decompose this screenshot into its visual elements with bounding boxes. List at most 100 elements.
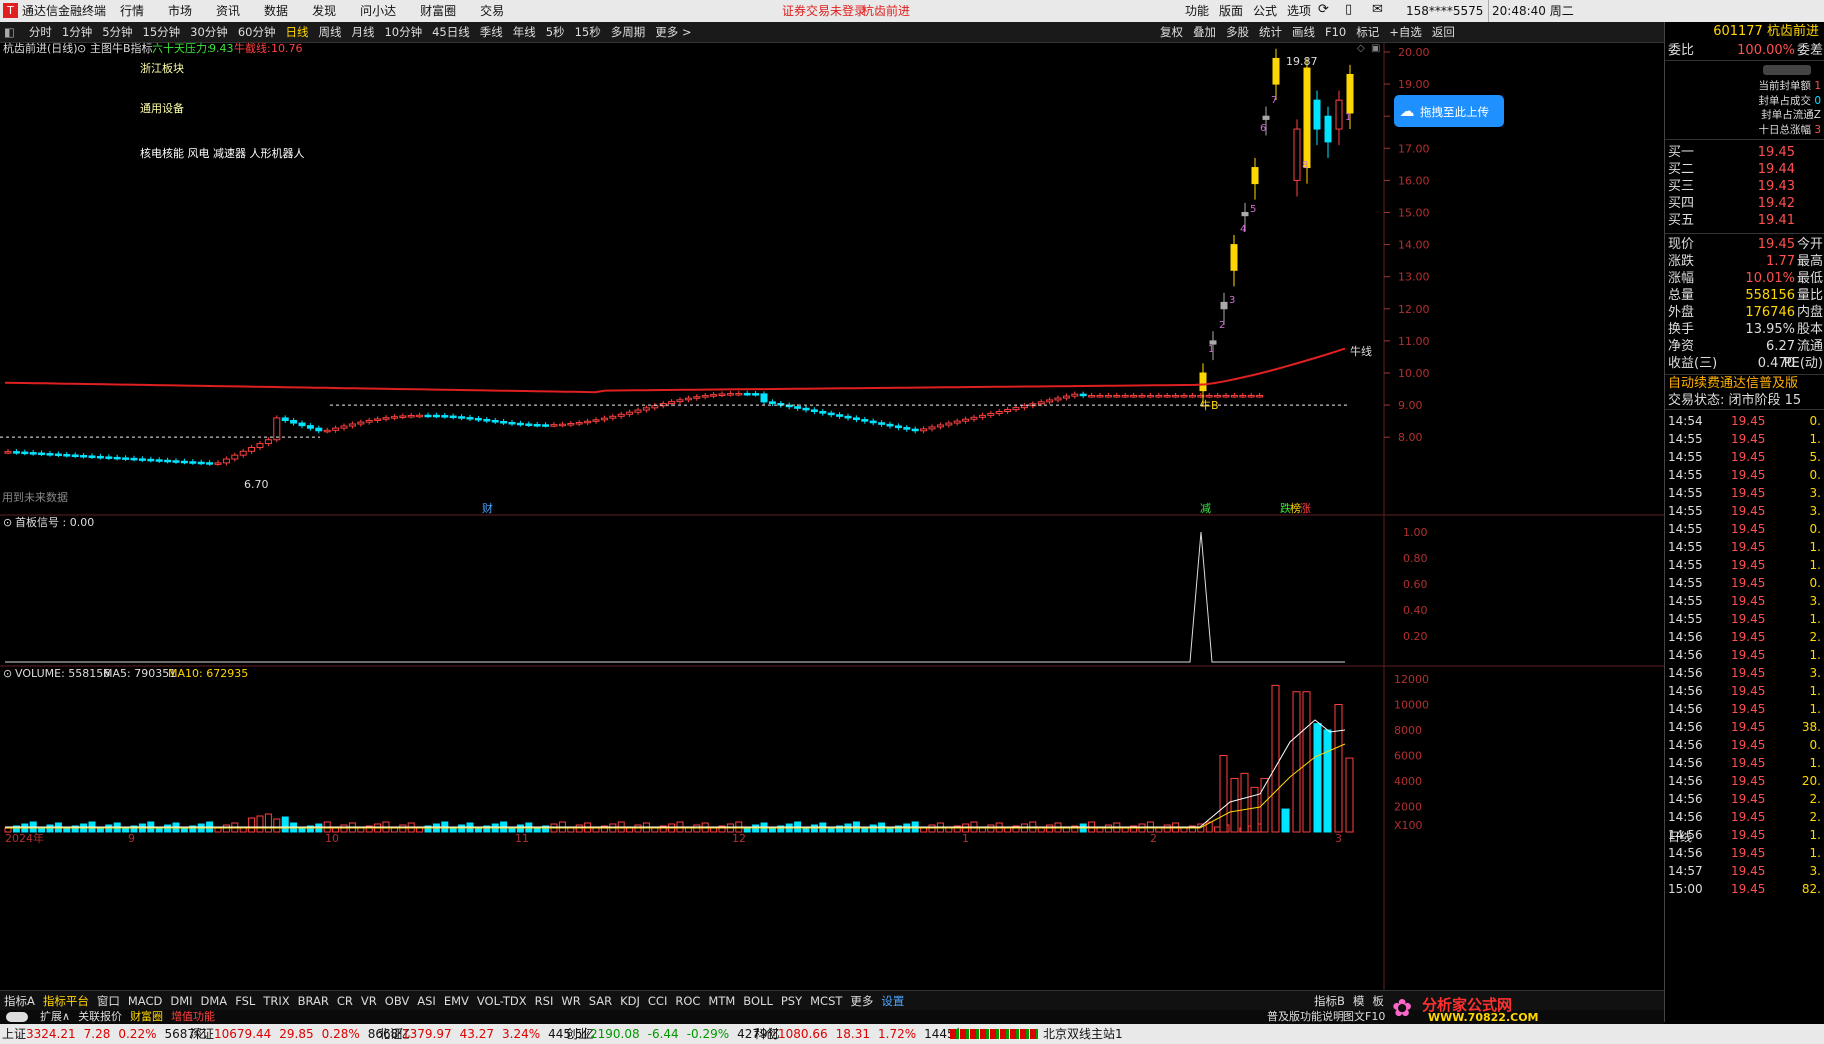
event-marker[interactable]: 涨 — [1300, 502, 1311, 515]
period-tab[interactable]: 季线 — [475, 22, 508, 42]
period-tab[interactable]: 15分钟 — [138, 22, 186, 42]
menu-item[interactable]: 数据 — [264, 0, 288, 22]
refresh-icon[interactable]: ⟳ — [1318, 2, 1329, 17]
bid-row[interactable]: 买二 19.44 — [1665, 161, 1824, 178]
indicator-tab[interactable]: BRAR — [294, 991, 333, 1011]
toolbar-button[interactable]: 复权 — [1155, 22, 1188, 42]
menu-function[interactable]: 功能 — [1185, 4, 1209, 18]
extension-link[interactable]: 关联报价 — [78, 1010, 122, 1023]
event-marker[interactable]: 减 — [1200, 502, 1211, 515]
toggle-switch[interactable] — [6, 1012, 28, 1022]
indicator-tab[interactable]: 更多 — [846, 991, 877, 1011]
index-quote[interactable]: 上证3324.21 7.28 0.22% 5687亿 — [2, 1024, 207, 1044]
toolbar-button[interactable]: 叠加 — [1188, 22, 1221, 42]
upload-button[interactable]: ☁ 拖拽至此上传 — [1394, 95, 1504, 127]
period-tab[interactable]: 周线 — [313, 22, 346, 42]
toolbar-button[interactable]: 标记 — [1351, 22, 1384, 42]
menu-item[interactable]: 市场 — [168, 0, 192, 22]
bid-row[interactable]: 买五 19.41 — [1665, 212, 1824, 229]
tick-time: 14:56 — [1668, 756, 1703, 770]
toolbar-button[interactable]: +自选 — [1384, 22, 1427, 42]
collapse-icon[interactable]: ⊙ — [77, 42, 86, 55]
help-link[interactable]: 普及版功能说明 — [1267, 1008, 1344, 1025]
extension-link[interactable]: 财富圈 — [130, 1010, 163, 1023]
index-quote[interactable]: 创业2190.08 -6.44 -0.29% 4279亿 — [566, 1024, 780, 1044]
period-tab[interactable]: 年线 — [508, 22, 541, 42]
period-tab[interactable]: 分时 — [24, 22, 57, 42]
menu-item[interactable]: 资讯 — [216, 0, 240, 22]
bid-row[interactable]: 买一 19.45 — [1665, 144, 1824, 161]
indicator-tab[interactable]: KDJ — [616, 991, 644, 1011]
indicator-tab[interactable]: EMV — [440, 991, 473, 1011]
indicator-name[interactable]: 主图牛B指标 — [90, 42, 153, 55]
mail-icon[interactable]: ✉ — [1372, 2, 1383, 17]
toolbar-button[interactable]: 多股 — [1221, 22, 1254, 42]
period-tab[interactable]: 60分钟 — [233, 22, 281, 42]
indicator-tab[interactable]: WR — [557, 991, 584, 1011]
indicator-tab[interactable]: ROC — [671, 991, 704, 1011]
app-logo-icon: T — [3, 3, 18, 18]
indicator-tab[interactable]: FSL — [231, 991, 259, 1011]
volume-collapse-icon[interactable]: ⊙ — [3, 667, 12, 680]
indicator-tab[interactable]: ASI — [413, 991, 440, 1011]
toolbar-button[interactable]: F10 — [1320, 22, 1351, 42]
period-tab[interactable]: 5秒 — [541, 22, 570, 42]
period-tab[interactable]: 15秒 — [570, 22, 606, 42]
signal-collapse-icon[interactable]: ⊙ — [3, 516, 12, 529]
menu-item[interactable]: 财富圈 — [420, 0, 456, 22]
bid-row[interactable]: 买四 19.42 — [1665, 195, 1824, 212]
f10-link[interactable]: 图文F10 — [1343, 1008, 1385, 1025]
period-tab[interactable]: 多周期 — [606, 22, 651, 42]
indicator-tab[interactable]: VOL-TDX — [473, 991, 531, 1011]
event-marker[interactable]: 财 — [482, 501, 493, 515]
period-tab[interactable]: 45日线 — [427, 22, 475, 42]
index-quote[interactable]: 科创1080.66 18.31 1.72% 1445亿 — [754, 1024, 967, 1044]
extension-link[interactable]: 扩展∧ — [40, 1010, 70, 1023]
period-indicator[interactable]: 日线 — [1668, 828, 1692, 845]
indicator-tab[interactable]: BOLL — [739, 991, 777, 1011]
indicator-tab[interactable]: CR — [333, 991, 357, 1011]
candle — [374, 418, 382, 421]
toolbar-button[interactable]: 返回 — [1427, 22, 1460, 42]
promo-link[interactable]: 自动续费通达信普及版 — [1665, 375, 1824, 392]
indicator-tab[interactable]: VR — [357, 991, 381, 1011]
period-tab[interactable]: 10分钟 — [379, 22, 427, 42]
menu-layout[interactable]: 版面 — [1219, 4, 1243, 18]
candle — [113, 456, 121, 460]
diamond-icon[interactable]: ◇ — [1357, 43, 1365, 54]
period-tab[interactable]: 30分钟 — [185, 22, 233, 42]
indicator-tab[interactable]: TRIX — [259, 991, 293, 1011]
period-tab[interactable]: 5分钟 — [97, 22, 137, 42]
period-tab[interactable]: 1分钟 — [57, 22, 97, 42]
menu-options[interactable]: 选项 — [1287, 4, 1311, 18]
indicator-tab[interactable]: SAR — [585, 991, 616, 1011]
indicator-tab[interactable]: PSY — [777, 991, 806, 1011]
period-tab[interactable]: 月线 — [346, 22, 379, 42]
index-quote[interactable]: 北证1379.97 43.27 3.24% 445.5亿 — [378, 1024, 594, 1044]
menu-item[interactable]: 行情 — [120, 0, 144, 22]
menu-item[interactable]: 发现 — [312, 0, 336, 22]
indicator-tab[interactable]: MTM — [704, 991, 739, 1011]
menu-item[interactable]: 交易 — [480, 0, 504, 22]
window-icon[interactable]: ▣ — [1371, 43, 1380, 54]
collapse-pill-icon[interactable] — [1763, 65, 1811, 75]
extension-link[interactable]: 增值功能 — [171, 1010, 215, 1023]
phone-icon[interactable]: ▯ — [1345, 2, 1352, 17]
period-tab[interactable]: 日线 — [280, 22, 313, 42]
login-notice[interactable]: 证券交易未登录 — [782, 0, 866, 22]
indicator-tab[interactable]: OBV — [381, 991, 413, 1011]
bid-row[interactable]: 买三 19.43 — [1665, 178, 1824, 195]
toggle-panel-icon[interactable]: ◧ — [0, 22, 19, 42]
indicator-tab[interactable]: 指标A — [0, 991, 39, 1011]
indicator-tab[interactable]: RSI — [531, 991, 558, 1011]
chart-area[interactable]: 20.0019.0018.0017.0016.0015.0014.0013.00… — [0, 42, 1664, 990]
indicator-tab[interactable]: CCI — [644, 991, 671, 1011]
period-tab[interactable]: 更多 > — [650, 22, 696, 42]
indicator-tab[interactable]: MCST — [806, 991, 846, 1011]
indicator-tab[interactable]: 设置 — [877, 991, 908, 1011]
toolbar-button[interactable]: 统计 — [1254, 22, 1287, 42]
toolbar-button[interactable]: 画线 — [1287, 22, 1320, 42]
menu-item[interactable]: 问小达 — [360, 0, 396, 22]
menu-formula[interactable]: 公式 — [1253, 4, 1277, 18]
account-label[interactable]: 158****5575 — [1406, 0, 1483, 22]
